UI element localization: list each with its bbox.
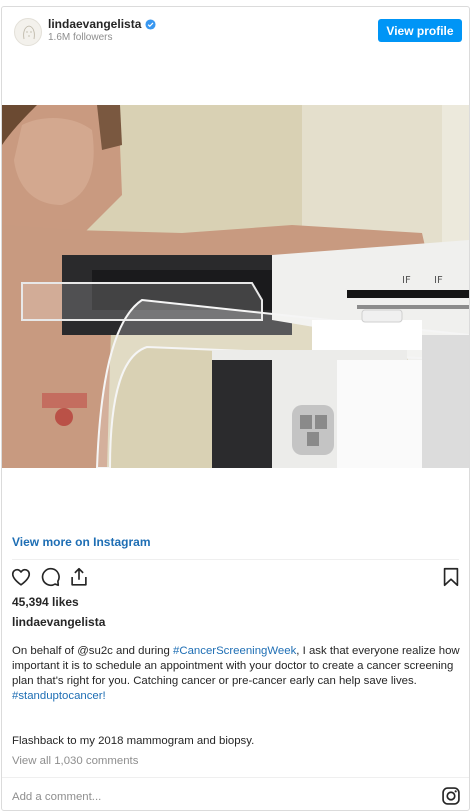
username[interactable]: lindaevangelista: [48, 17, 141, 31]
caption-paragraph: On behalf of @su2c and during #CancerScr…: [12, 644, 464, 689]
instagram-logo-icon[interactable]: [441, 786, 461, 806]
hashtag-cancer-screening-week[interactable]: #CancerScreeningWeek: [173, 645, 296, 657]
username-row: lindaevangelista: [48, 17, 156, 31]
mammogram-photo: IF IF: [2, 105, 469, 468]
add-comment-input[interactable]: Add a comment...: [12, 791, 101, 803]
brand-mark-1: IF: [402, 275, 411, 286]
bookmark-icon[interactable]: [440, 566, 462, 588]
avatar[interactable]: [14, 18, 42, 46]
heart-icon[interactable]: [10, 566, 32, 588]
followers-count: 1.6M followers: [48, 32, 113, 43]
brand-mark-2: IF: [434, 275, 443, 286]
hashtag-standuptocancer[interactable]: #standuptocancer!: [12, 690, 106, 702]
post-header: lindaevangelista 1.6M followers View pro…: [2, 7, 469, 54]
post-image[interactable]: IF IF: [2, 105, 469, 468]
divider: [12, 559, 459, 560]
caption-hashtag-line: #standuptocancer!: [12, 689, 464, 704]
share-icon[interactable]: [68, 566, 90, 588]
verified-badge-icon: [145, 18, 156, 30]
view-profile-button[interactable]: View profile: [378, 19, 462, 42]
view-more-link[interactable]: View more on Instagram: [12, 535, 151, 549]
likes-count[interactable]: 45,394 likes: [12, 595, 79, 609]
divider: [2, 777, 469, 778]
action-bar: [2, 566, 469, 590]
post-caption: On behalf of @su2c and during #CancerScr…: [12, 644, 464, 704]
comment-icon[interactable]: [39, 566, 61, 588]
caption-flashback: Flashback to my 2018 mammogram and biops…: [12, 735, 255, 747]
caption-text-1: On behalf of @su2c and during: [12, 645, 174, 657]
caption-username[interactable]: lindaevangelista: [12, 615, 105, 629]
avatar-sketch-icon: [23, 25, 35, 40]
view-all-comments-link[interactable]: View all 1,030 comments: [12, 755, 138, 767]
instagram-embed: lindaevangelista 1.6M followers View pro…: [1, 6, 470, 811]
